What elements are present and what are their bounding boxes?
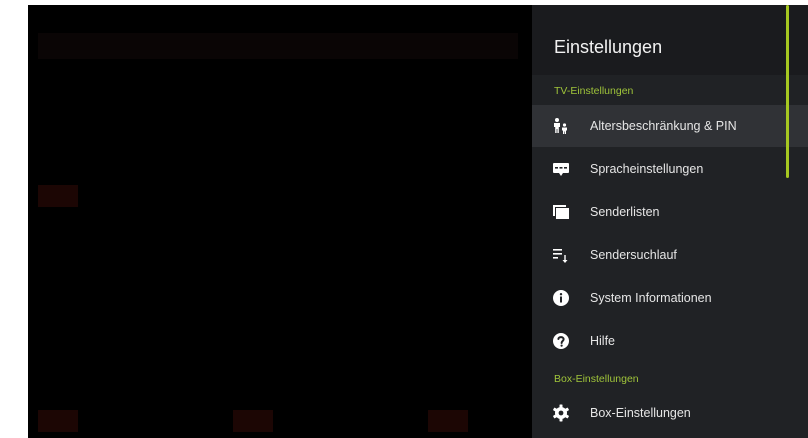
background-thumbnail bbox=[233, 410, 273, 432]
menu-item-label: Altersbeschränkung & PIN bbox=[590, 119, 737, 133]
menu-item-label: Spracheinstellungen bbox=[590, 162, 704, 176]
page-title: Einstellungen bbox=[554, 37, 663, 57]
menu-item-label: Sendersuchlauf bbox=[590, 248, 677, 262]
menu-item-system-info[interactable]: System Informationen bbox=[532, 277, 808, 319]
settings-header: Einstellungen bbox=[532, 5, 808, 75]
section-label-tv-settings: TV-Einstellungen bbox=[554, 85, 634, 97]
background-thumbnail bbox=[38, 410, 78, 432]
menu-item-channel-scan[interactable]: Sendersuchlauf bbox=[532, 234, 808, 276]
menu-item-label: Hilfe bbox=[590, 334, 616, 348]
menu-item-parental-control[interactable]: Altersbeschränkung & PIN bbox=[532, 105, 808, 147]
child-lock-icon bbox=[552, 117, 570, 135]
menu-item-label: Box-Einstellungen bbox=[590, 406, 691, 420]
info-icon bbox=[552, 289, 570, 307]
channel-list-icon bbox=[552, 203, 570, 221]
menu-item-help[interactable]: Hilfe bbox=[532, 320, 808, 362]
menu-item-label: Senderlisten bbox=[590, 205, 660, 219]
background-content bbox=[38, 33, 518, 59]
help-icon bbox=[552, 332, 570, 350]
background-thumbnail bbox=[38, 185, 78, 207]
menu-item-channel-lists[interactable]: Senderlisten bbox=[532, 191, 808, 233]
scroll-indicator bbox=[786, 5, 789, 178]
channel-scan-icon bbox=[552, 246, 570, 264]
menu-item-box-settings[interactable]: Box-Einstellungen bbox=[532, 392, 808, 434]
subtitles-icon bbox=[552, 160, 570, 178]
menu-item-label: System Informationen bbox=[590, 291, 712, 305]
section-label-box-settings: Box-Einstellungen bbox=[554, 373, 639, 385]
tv-screen: Einstellungen TV-Einstellungen Altersbes… bbox=[28, 5, 808, 438]
settings-panel: Einstellungen TV-Einstellungen Altersbes… bbox=[532, 5, 808, 438]
gear-icon bbox=[552, 404, 570, 422]
background-thumbnail bbox=[428, 410, 468, 432]
menu-item-language[interactable]: Spracheinstellungen bbox=[532, 148, 808, 190]
